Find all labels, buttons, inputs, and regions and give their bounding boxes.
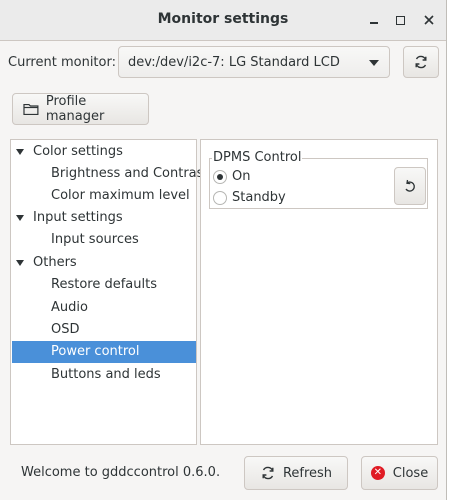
expander-icon[interactable] xyxy=(16,260,24,266)
folder-icon xyxy=(23,103,39,116)
expander-icon[interactable] xyxy=(16,215,24,221)
tree-item-label: Power control xyxy=(51,344,140,359)
maximize-button[interactable] xyxy=(390,10,410,30)
tree-item-input-settings[interactable]: Input settings xyxy=(12,207,196,229)
chevron-down-icon xyxy=(369,60,379,66)
tree-item-color-settings[interactable]: Color settings xyxy=(12,141,196,163)
current-monitor-label: Current monitor: xyxy=(8,55,116,70)
refresh-button-label: Refresh xyxy=(282,465,333,481)
dpms-standby-label[interactable]: Standby xyxy=(232,190,286,205)
dpms-on-radio[interactable] xyxy=(213,170,227,184)
tree-item-buttons-leds[interactable]: Buttons and leds xyxy=(12,364,196,386)
tree-item-label: Color settings xyxy=(33,144,123,159)
tree-item-restore-defaults[interactable]: Restore defaults xyxy=(12,274,196,296)
refresh-icon xyxy=(262,466,274,480)
title-bar: Monitor settings xyxy=(0,0,446,41)
close-circle-icon: ✕ xyxy=(370,466,385,480)
close-button-label: Close xyxy=(392,465,429,481)
refresh-button[interactable]: Refresh xyxy=(244,456,348,490)
tree-item-brightness-contrast[interactable]: Brightness and Contrast xyxy=(12,163,209,185)
tree-item-label: Color maximum level xyxy=(51,188,190,203)
tree-item-input-sources[interactable]: Input sources xyxy=(12,229,196,251)
tree-item-osd[interactable]: OSD xyxy=(12,319,196,341)
close-button[interactable]: ✕ Close xyxy=(361,456,438,490)
refresh-icon xyxy=(415,55,427,69)
close-window-button[interactable] xyxy=(419,10,439,30)
status-text: Welcome to gddccontrol 0.6.0. xyxy=(21,465,221,480)
tree-item-label: Brightness and Contrast xyxy=(51,166,209,181)
expander-icon[interactable] xyxy=(16,149,24,155)
tree-item-label: Others xyxy=(33,255,77,270)
profile-manager-button[interactable]: Profile manager xyxy=(12,93,149,125)
settings-tree: Color settings Brightness and Contrast C… xyxy=(10,139,209,445)
profile-manager-label: Profile manager xyxy=(45,94,105,124)
radio-dot xyxy=(217,174,223,180)
maximize-icon xyxy=(395,15,405,25)
tree-item-label: Restore defaults xyxy=(51,277,157,292)
tree-item-power-control[interactable]: Power control xyxy=(12,341,196,363)
refresh-monitors-button[interactable] xyxy=(403,46,439,78)
monitor-select[interactable]: dev:/dev/i2c-7: LG Standard LCD xyxy=(118,46,390,78)
tree-item-label: OSD xyxy=(51,322,80,337)
tree-item-others[interactable]: Others xyxy=(12,252,196,274)
dpms-on-label[interactable]: On xyxy=(232,169,250,184)
monitor-settings-window: Monitor settings Current monitor: dev:/d… xyxy=(0,0,447,500)
minimize-icon xyxy=(370,22,378,24)
tree-item-label: Input settings xyxy=(33,210,123,225)
tree-item-audio[interactable]: Audio xyxy=(12,297,196,319)
close-icon xyxy=(424,15,434,25)
tree-item-label: Input sources xyxy=(51,232,139,247)
tree-item-label: Audio xyxy=(51,300,88,315)
undo-icon xyxy=(405,179,415,192)
tree-item-color-max-level[interactable]: Color maximum level xyxy=(12,185,196,207)
monitor-select-value: dev:/dev/i2c-7: LG Standard LCD xyxy=(128,55,340,70)
dpms-revert-button[interactable] xyxy=(394,167,426,205)
minimize-button[interactable] xyxy=(364,10,384,30)
dpms-standby-radio[interactable] xyxy=(213,191,227,205)
tree-item-label: Buttons and leds xyxy=(51,367,161,382)
dpms-control-title: DPMS Control xyxy=(212,150,303,165)
